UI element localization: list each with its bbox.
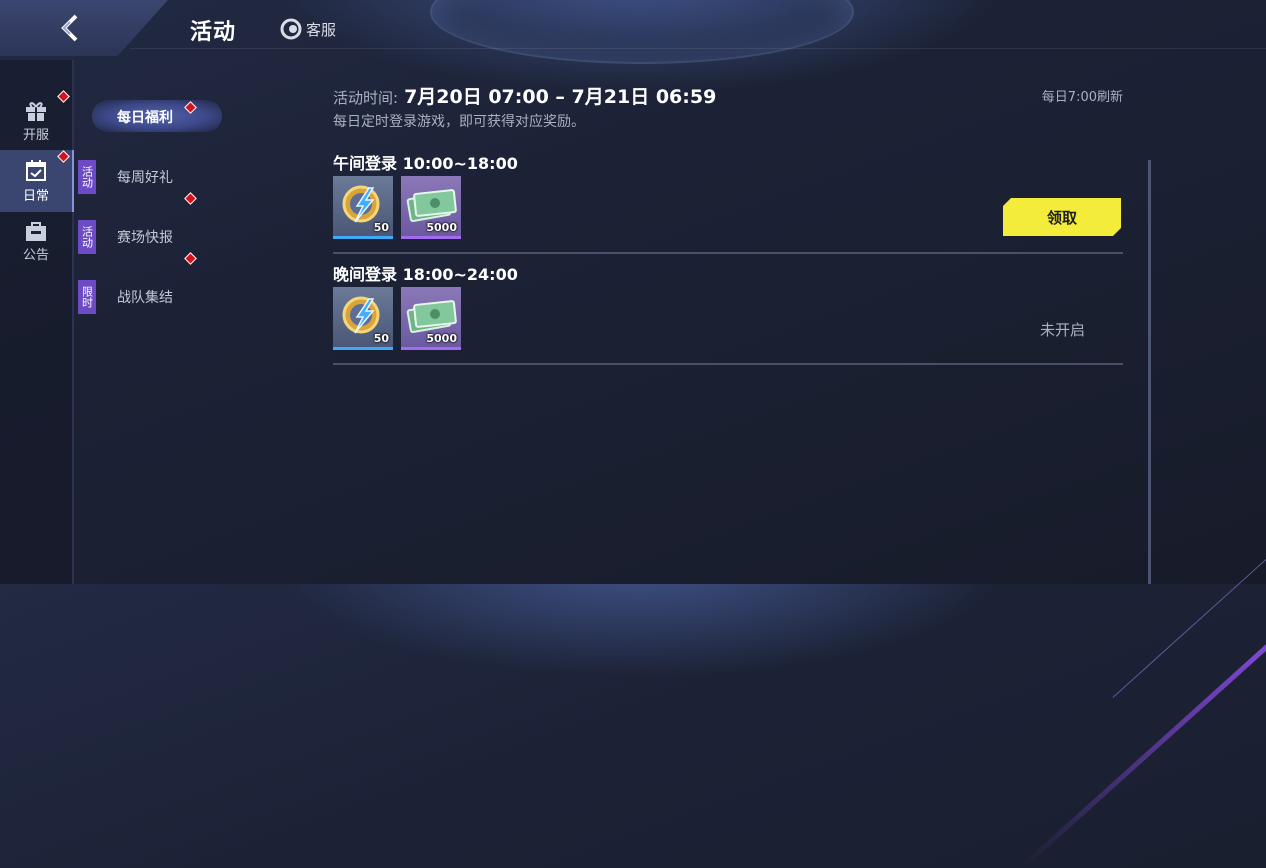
- scrollbar[interactable]: [1148, 160, 1151, 584]
- subnav-item-label: 战队集结: [117, 290, 173, 306]
- subnav-item-label: 每日福利: [117, 110, 173, 126]
- chevron-left-icon: [61, 14, 78, 42]
- page-title: 活动: [190, 20, 237, 45]
- bag-icon: [26, 221, 46, 241]
- subnav-item-label: 每周好礼: [117, 170, 173, 186]
- activity-time: 活动时间: 7月20日 07:00 – 7月21日 06:59: [333, 82, 716, 109]
- reward-quantity: 5000: [426, 332, 457, 345]
- reward-list: 50 5000: [333, 176, 461, 239]
- activity-tag: 活动: [78, 220, 96, 254]
- subnav-item-label: 赛场快报: [117, 230, 173, 246]
- reward-item[interactable]: 5000: [401, 176, 461, 239]
- reward-item[interactable]: 5000: [401, 287, 461, 350]
- login-entry-noon: 午间登录 10:00~18:00 50 5000 领取: [333, 150, 1123, 254]
- activity-description: 每日定时登录游戏，即可获得对应奖励。: [333, 114, 585, 130]
- red-dot-badge: [57, 150, 70, 163]
- entry-title: 午间登录 10:00~18:00: [333, 154, 518, 173]
- subnav-item-match-news[interactable]: 活动 赛场快报: [78, 192, 298, 258]
- customer-service-link[interactable]: 客服: [280, 18, 336, 40]
- reward-item[interactable]: 50: [333, 176, 393, 239]
- rail-item-announcement[interactable]: 公告: [0, 210, 72, 272]
- reward-quantity: 50: [373, 332, 389, 345]
- background-glow: [430, 0, 854, 64]
- subnav-item-weekly-gift[interactable]: 活动 每周好礼: [78, 154, 298, 198]
- limited-tag: 限时: [78, 280, 96, 314]
- activity-time-value: 7月20日 07:00 – 7月21日 06:59: [404, 86, 717, 108]
- reward-quantity: 5000: [426, 221, 457, 234]
- reward-quantity: 50: [373, 221, 389, 234]
- red-dot-badge: [57, 90, 70, 103]
- headset-icon: [280, 18, 302, 40]
- refresh-note: 每日7:00刷新: [1041, 90, 1123, 105]
- rail-item-label: 开服: [22, 127, 49, 143]
- rail-item-daily[interactable]: 日常: [0, 150, 74, 212]
- subnav-item-team-assemble[interactable]: 限时 战队集结: [78, 252, 298, 318]
- top-bar: 活动 客服: [0, 0, 1266, 64]
- rail-item-label: 日常: [22, 188, 49, 204]
- customer-service-label: 客服: [306, 20, 337, 39]
- login-entry-evening: 晚间登录 18:00~24:00 50 5000 未开启: [333, 261, 1123, 365]
- reward-list: 50 5000: [333, 287, 461, 350]
- activity-time-label: 活动时间:: [333, 89, 399, 107]
- reward-item[interactable]: 50: [333, 287, 393, 350]
- not-open-status: 未开启: [1039, 321, 1085, 339]
- calendar-check-icon: [26, 159, 46, 181]
- claim-button[interactable]: 领取: [1003, 198, 1121, 236]
- category-rail: 开服 日常 公告: [0, 60, 74, 584]
- rail-item-open-server[interactable]: 开服: [0, 90, 72, 152]
- header-divider: [130, 48, 1266, 49]
- decorative-beam: [1021, 609, 1266, 868]
- rail-item-label: 公告: [22, 247, 49, 263]
- subnav-item-daily-welfare[interactable]: 每日福利: [78, 94, 298, 138]
- activity-tag: 活动: [78, 160, 96, 194]
- gift-icon: [26, 101, 46, 121]
- entry-title: 晚间登录 18:00~24:00: [333, 265, 518, 284]
